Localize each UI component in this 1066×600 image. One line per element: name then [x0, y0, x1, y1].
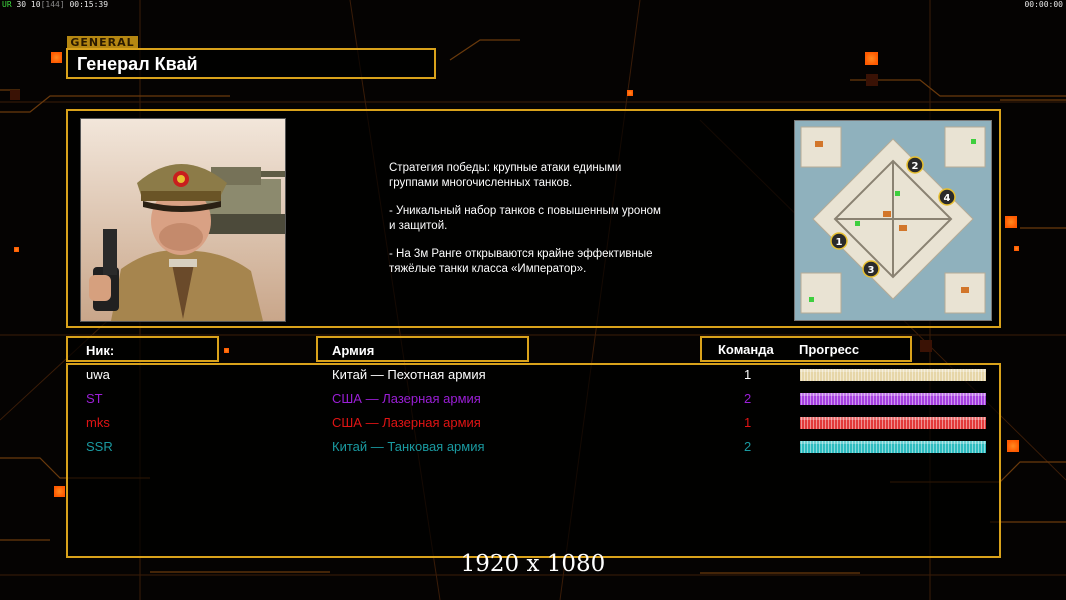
- description-rank: - На 3м Ранге открываются крайне эффекти…: [389, 248, 653, 275]
- player-nick: ST: [86, 391, 103, 406]
- player-army: США — Лазерная армия: [332, 415, 481, 430]
- progress-bar: [800, 393, 986, 405]
- fps-label: UR: [2, 0, 12, 9]
- map-marker-3: 3: [868, 265, 875, 276]
- header-army: Армия: [316, 336, 529, 362]
- player-team: 2: [744, 391, 752, 406]
- map-marker-4: 4: [944, 193, 951, 204]
- players-table: uwa Китай — Пехотная армия 1 ST США — Ла…: [66, 363, 1001, 558]
- progress-bar: [800, 417, 986, 429]
- map-marker-1: 1: [836, 237, 843, 248]
- player-nick: SSR: [86, 439, 113, 454]
- fps-values: 30 10: [16, 0, 41, 9]
- header-team-label: Команда: [718, 342, 774, 357]
- player-team: 2: [744, 439, 752, 454]
- table-row: SSR Китай — Танковая армия 2: [68, 437, 1003, 457]
- player-army: Китай — Танковая армия: [332, 439, 485, 454]
- table-row: uwa Китай — Пехотная армия 1: [68, 365, 1003, 385]
- minimap-icon: 1 2 3 4: [794, 120, 992, 321]
- player-army: США — Лазерная армия: [332, 391, 481, 406]
- fps-counter: UR 30 10[144] 00:15:39: [2, 0, 108, 9]
- progress-bar: [800, 369, 986, 381]
- header-army-label: Армия: [332, 343, 375, 358]
- general-title-box: Генерал Квай: [66, 48, 436, 79]
- player-team: 1: [744, 415, 752, 430]
- header-progress-label: Прогресс: [799, 342, 860, 357]
- player-nick: uwa: [86, 367, 110, 382]
- general-portrait-icon: [80, 118, 286, 322]
- description-tanks: - Уникальный набор танков с повышенным у…: [389, 205, 661, 232]
- player-army: Китай — Пехотная армия: [332, 367, 486, 382]
- general-name: Генерал Квай: [77, 54, 198, 74]
- header-nick: Ник:: [66, 336, 219, 362]
- header-team-progress: Команда Прогресс: [700, 336, 912, 362]
- clock: 00:00:00: [1024, 0, 1063, 9]
- table-row: mks США — Лазерная армия 1: [68, 413, 1003, 433]
- player-team: 1: [744, 367, 752, 382]
- progress-bar: [800, 441, 986, 453]
- player-nick: mks: [86, 415, 110, 430]
- fps-bracket: [144]: [40, 0, 65, 9]
- header-nick-label: Ник:: [86, 343, 115, 358]
- map-marker-2: 2: [912, 161, 919, 172]
- elapsed-time: 00:15:39: [69, 0, 109, 9]
- resolution-label: 1920 x 1080: [460, 551, 606, 577]
- description-strategy: Стратегия победы: крупные атаки едиными …: [389, 162, 622, 189]
- general-description: Стратегия победы: крупные атаки едиными …: [389, 161, 729, 290]
- table-row: ST США — Лазерная армия 2: [68, 389, 1003, 409]
